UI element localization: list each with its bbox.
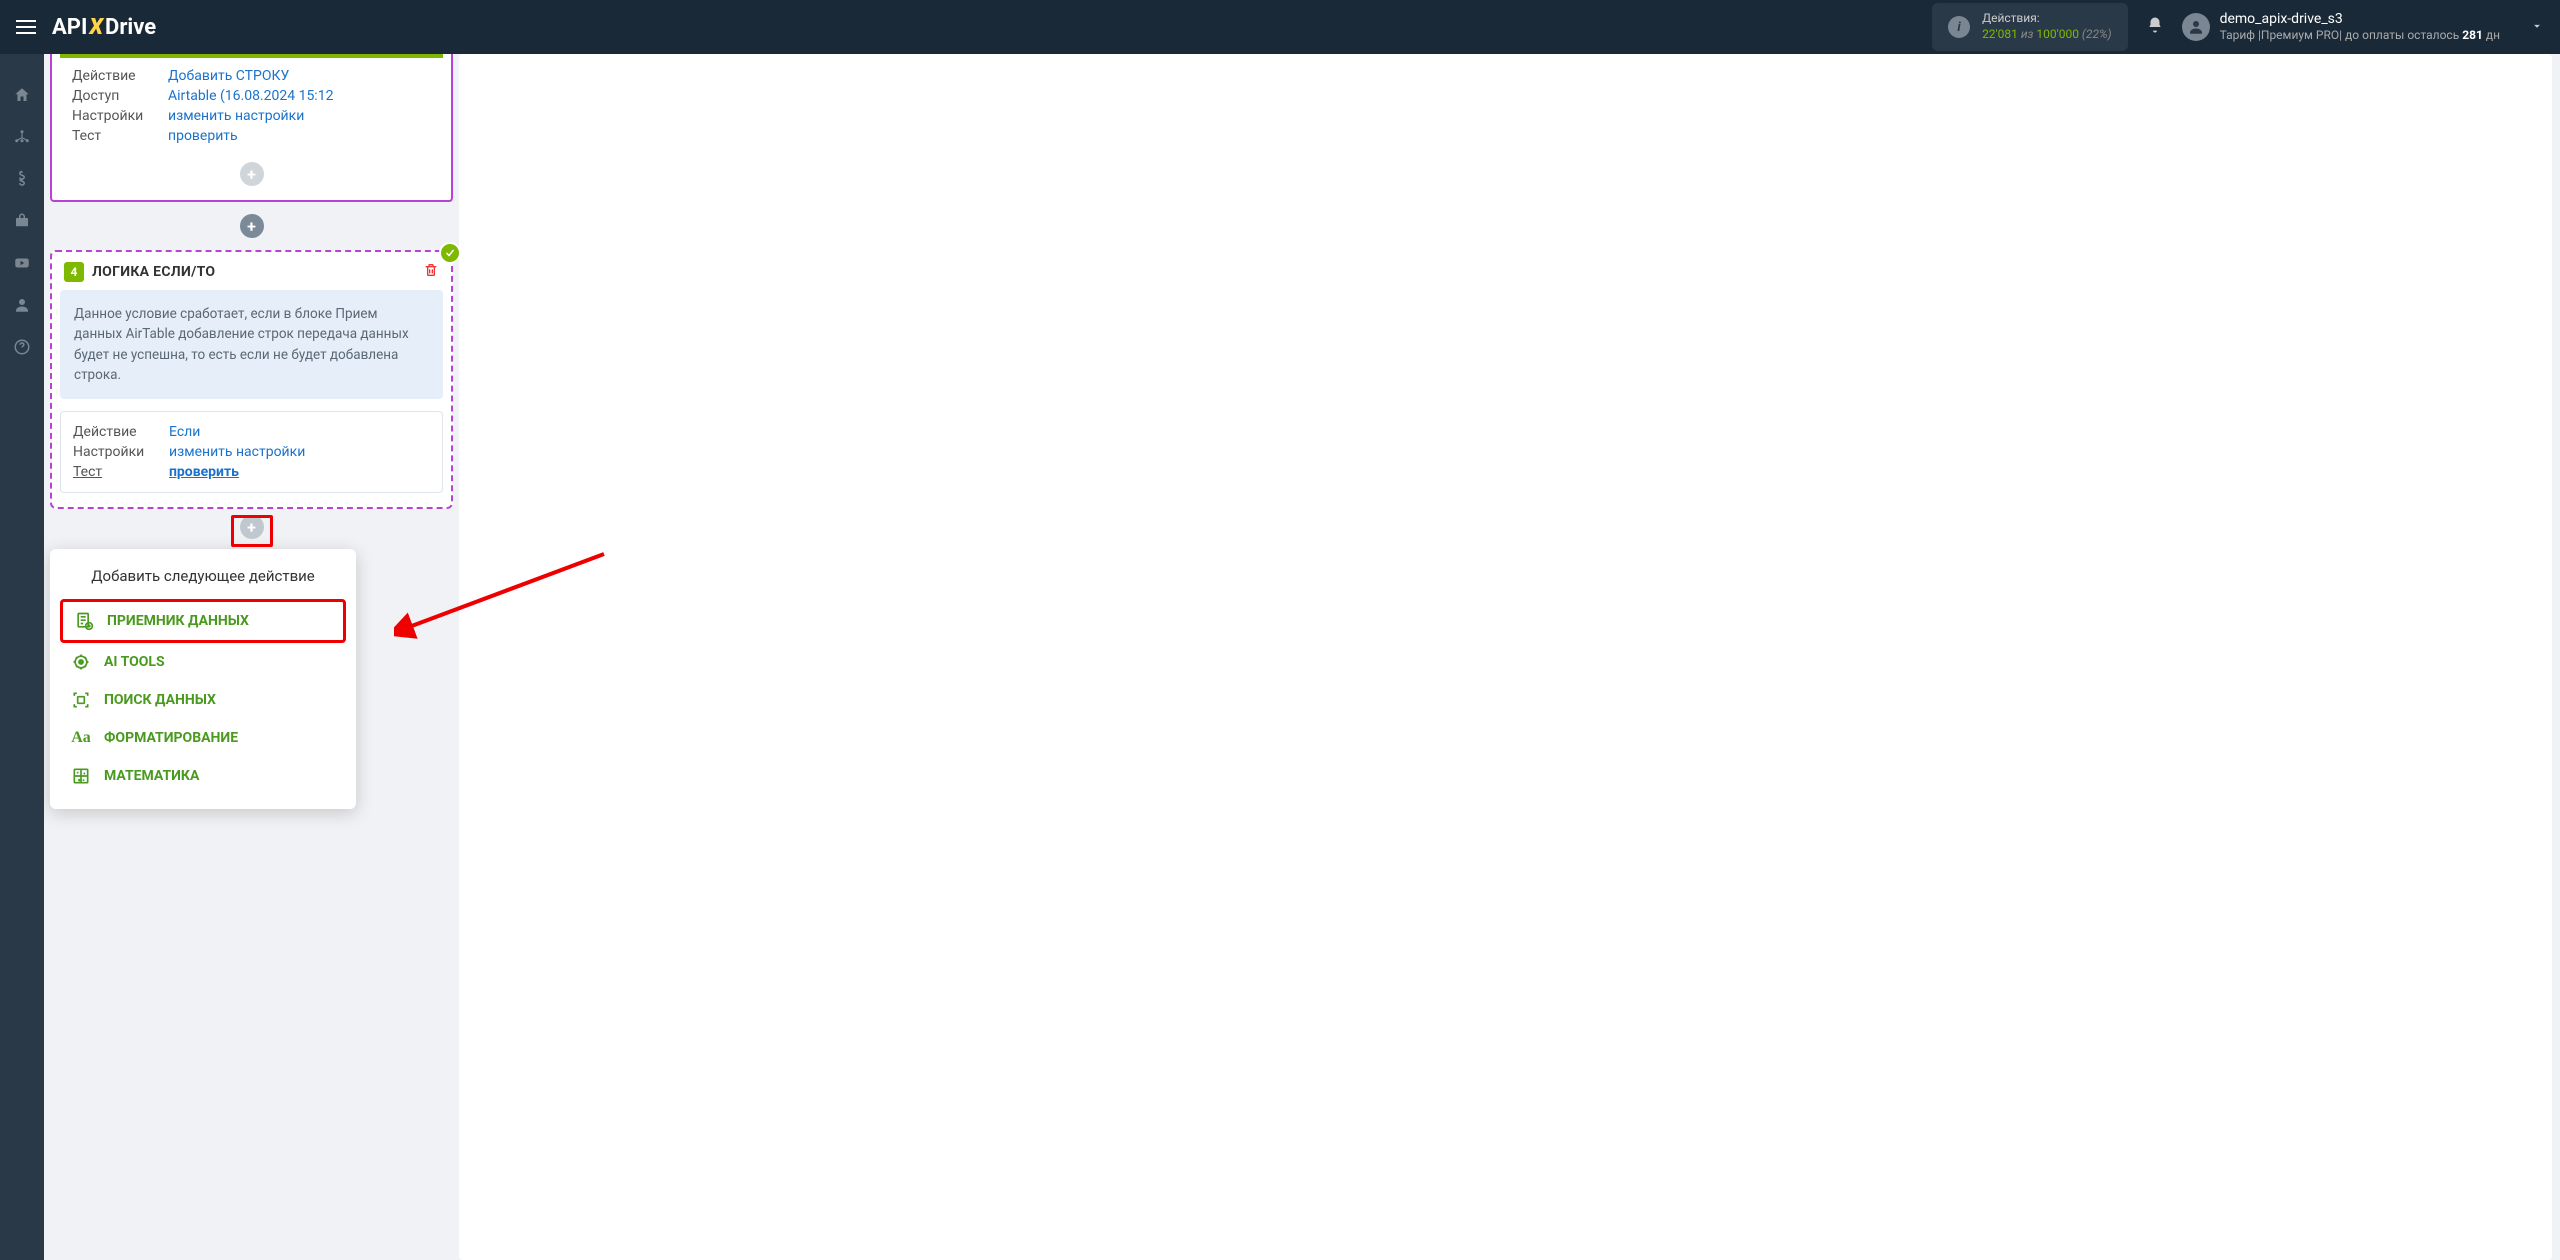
bell-icon[interactable]: [2146, 16, 2164, 38]
info-icon: i: [1948, 16, 1970, 38]
popup-item-label: МАТЕМАТИКА: [104, 768, 199, 784]
popup-item-label: ПРИЕМНИК ДАННЫХ: [107, 613, 249, 629]
avatar: [2182, 13, 2210, 41]
sidebar-item-help[interactable]: [0, 326, 44, 368]
logo-x: X: [89, 15, 103, 40]
test-label: Тест: [72, 128, 158, 144]
add-action-popup: Добавить следующее действие ПРИЕМНИК ДАН…: [50, 549, 356, 809]
logo[interactable]: APIXDrive: [52, 15, 156, 40]
access-link[interactable]: Airtable (16.08.2024 15:12: [168, 88, 333, 104]
logic-test-label: Тест: [73, 464, 159, 480]
add-step-between-button[interactable]: +: [240, 214, 264, 238]
block-header: 4 ЛОГИКА ЕСЛИ/ТО: [60, 252, 443, 290]
actions-counter[interactable]: i Действия: 22'081 из 100'000 (22%): [1932, 3, 2128, 50]
calc-icon: [70, 765, 92, 787]
user-tariff: Тариф |Премиум PRO| до оплаты осталось 2…: [2220, 28, 2500, 44]
access-label: Доступ: [72, 88, 158, 104]
actions-label: Действия:: [1982, 11, 2112, 27]
logic-action-label: Действие: [73, 424, 159, 440]
popup-item-formatting[interactable]: Aa ФОРМАТИРОВАНИЕ: [60, 719, 346, 757]
popup-title: Добавить следующее действие: [60, 567, 346, 585]
chevron-down-icon: [2530, 18, 2544, 37]
action-label: Действие: [72, 68, 158, 84]
flow-column: Действие Добавить СТРОКУ Доступ Airtable…: [44, 54, 459, 1260]
block-logic: 4 ЛОГИКА ЕСЛИ/ТО Данное условие сработае…: [50, 250, 453, 509]
header: APIXDrive i Действия: 22'081 из 100'000 …: [0, 0, 2560, 54]
main: Действие Добавить СТРОКУ Доступ Airtable…: [44, 54, 2560, 1260]
destination-settings: Действие Добавить СТРОКУ Доступ Airtable…: [60, 54, 443, 152]
sidebar-item-billing[interactable]: [0, 158, 44, 200]
sidebar-item-workspace[interactable]: [0, 200, 44, 242]
logic-settings: Действие Если Настройки изменить настрой…: [60, 411, 443, 493]
test-link[interactable]: проверить: [168, 128, 238, 144]
scan-icon: [70, 689, 92, 711]
sidebar: [0, 54, 44, 1260]
user-menu[interactable]: demo_apix-drive_s3 Тариф |Премиум PRO| д…: [2182, 10, 2544, 44]
logo-pre: API: [52, 15, 87, 40]
header-left: APIXDrive: [16, 15, 156, 40]
logic-settings-link[interactable]: изменить настройки: [169, 444, 305, 460]
sidebar-item-home[interactable]: [0, 74, 44, 116]
logic-action-link[interactable]: Если: [169, 424, 200, 440]
block-destination: Действие Добавить СТРОКУ Доступ Airtable…: [50, 54, 453, 202]
actions-text: Действия: 22'081 из 100'000 (22%): [1982, 11, 2112, 42]
logic-description: Данное условие сработает, если в блоке П…: [60, 290, 443, 399]
action-link[interactable]: Добавить СТРОКУ: [168, 68, 289, 84]
aa-icon: Aa: [70, 727, 92, 749]
popup-item-data-search[interactable]: ПОИСК ДАННЫХ: [60, 681, 346, 719]
block-title: ЛОГИКА ЕСЛИ/ТО: [92, 264, 215, 280]
popup-item-math[interactable]: МАТЕМАТИКА: [60, 757, 346, 795]
popup-item-label: ПОИСК ДАННЫХ: [104, 692, 216, 708]
sidebar-item-profile[interactable]: [0, 284, 44, 326]
add-step-inner-button[interactable]: +: [240, 162, 264, 186]
sidebar-item-connections[interactable]: [0, 116, 44, 158]
popup-item-label: AI TOOLS: [104, 654, 165, 670]
popup-item-label: ФОРМАТИРОВАНИЕ: [104, 730, 238, 746]
block-number: 4: [64, 262, 84, 282]
logic-settings-label: Настройки: [73, 444, 159, 460]
user-info: demo_apix-drive_s3 Тариф |Премиум PRO| д…: [2220, 10, 2500, 44]
header-right: i Действия: 22'081 из 100'000 (22%) demo…: [1932, 3, 2544, 50]
settings-label: Настройки: [72, 108, 158, 124]
trash-icon[interactable]: [423, 262, 439, 278]
brain-icon: [70, 651, 92, 673]
doc-plus-icon: [73, 610, 95, 632]
settings-link[interactable]: изменить настройки: [168, 108, 304, 124]
user-name: demo_apix-drive_s3: [2220, 10, 2500, 28]
content-right-panel: [459, 54, 2552, 1260]
annotation-red-box-add: [231, 515, 273, 547]
logo-post: Drive: [105, 15, 156, 40]
add-step-highlighted: +: [231, 515, 273, 547]
popup-item-data-receiver[interactable]: ПРИЕМНИК ДАННЫХ: [60, 599, 346, 643]
sidebar-item-video[interactable]: [0, 242, 44, 284]
menu-icon[interactable]: [16, 15, 40, 39]
popup-item-ai-tools[interactable]: AI TOOLS: [60, 643, 346, 681]
logic-test-link[interactable]: проверить: [169, 464, 239, 480]
actions-numbers: 22'081 из 100'000 (22%): [1982, 27, 2112, 43]
